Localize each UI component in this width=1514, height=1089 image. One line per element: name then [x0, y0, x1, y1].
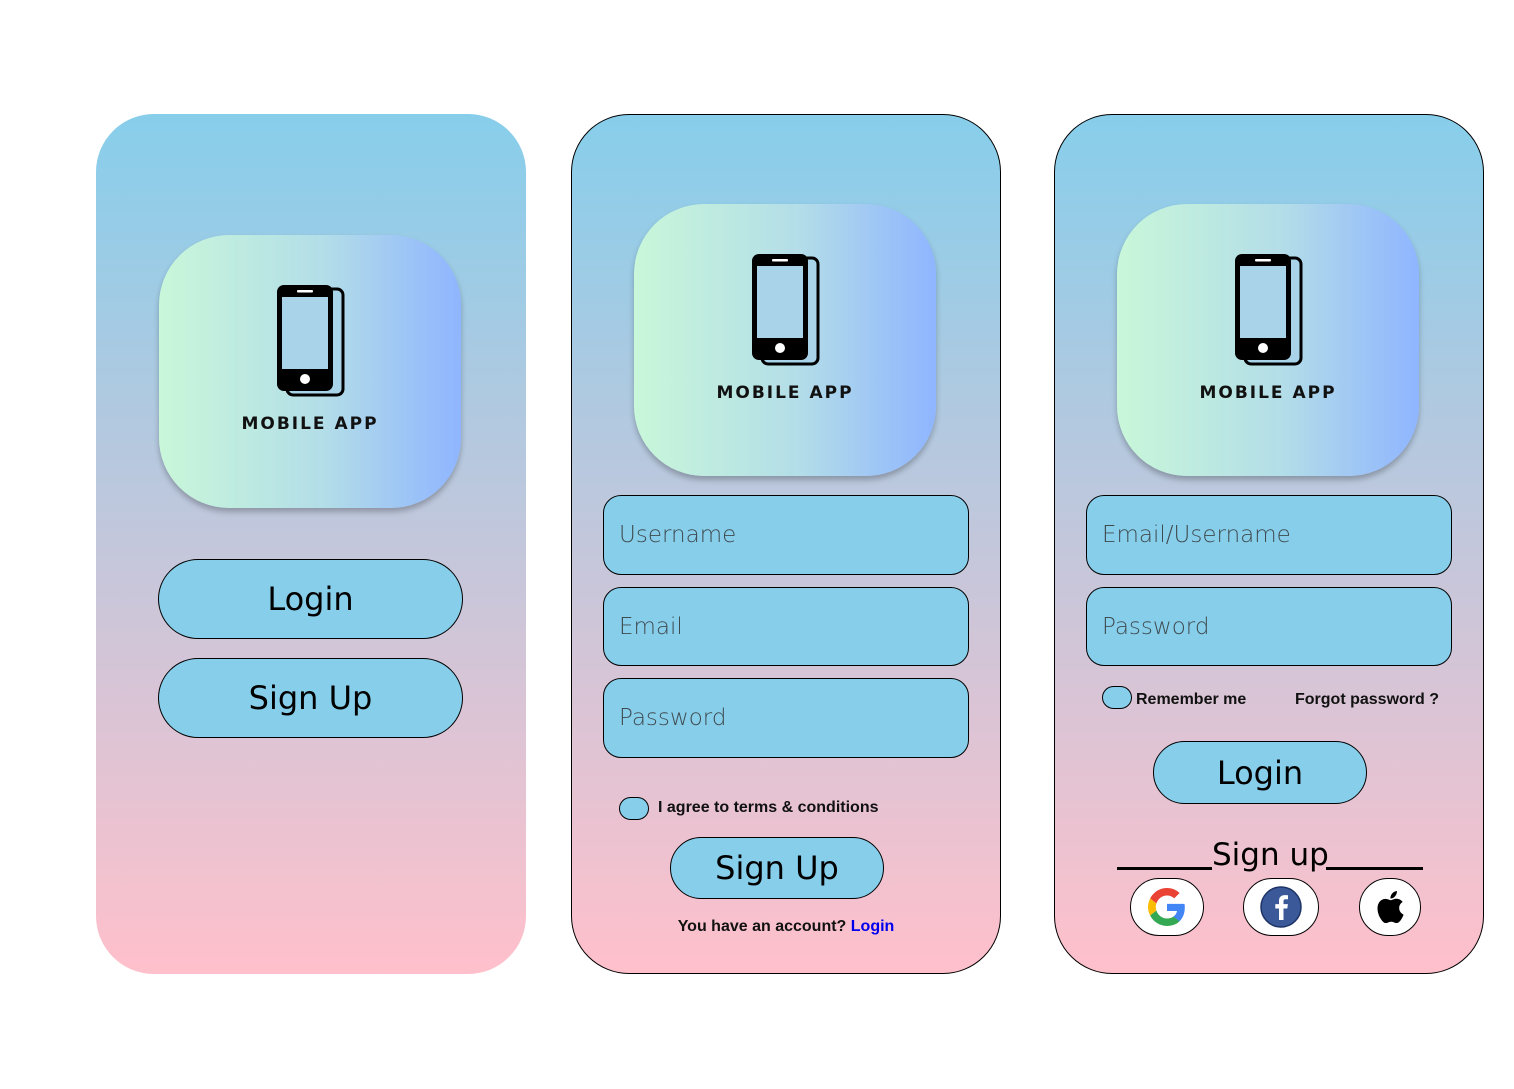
- apple-icon: [1377, 891, 1404, 924]
- account-prompt-text: You have an account?: [677, 918, 847, 935]
- divider-line-left: [1117, 867, 1212, 870]
- password-field[interactable]: [603, 678, 969, 758]
- welcome-screen: MOBILE APP Login Sign Up: [96, 114, 526, 974]
- logo-text: MOBILE APP: [1199, 383, 1337, 403]
- signup-submit-button[interactable]: Sign Up: [670, 837, 884, 899]
- smartphone-icon: [1233, 252, 1303, 366]
- signup-divider-label: Sign up: [1212, 837, 1329, 873]
- apple-login-button[interactable]: [1359, 878, 1421, 936]
- password-field[interactable]: [1086, 587, 1452, 666]
- terms-checkbox[interactable]: [619, 797, 649, 820]
- app-logo: MOBILE APP: [634, 204, 936, 476]
- signup-screen: MOBILE APP I agree to terms & conditions…: [571, 114, 1001, 974]
- login-link[interactable]: Login: [851, 918, 895, 935]
- remember-label: Remember me: [1136, 691, 1247, 708]
- remember-checkbox[interactable]: [1102, 686, 1132, 709]
- app-logo: MOBILE APP: [159, 235, 461, 508]
- signup-button[interactable]: Sign Up: [158, 658, 463, 738]
- login-screen: MOBILE APP Remember me Forgot password ?…: [1054, 114, 1484, 974]
- smartphone-icon: [275, 283, 345, 397]
- logo-text: MOBILE APP: [716, 383, 854, 403]
- login-submit-button[interactable]: Login: [1153, 741, 1367, 804]
- email-username-field[interactable]: [1086, 495, 1452, 575]
- terms-label: I agree to terms & conditions: [658, 799, 879, 816]
- forgot-password-link[interactable]: Forgot password ?: [1295, 691, 1439, 709]
- username-field[interactable]: [603, 495, 969, 575]
- facebook-login-button[interactable]: [1243, 878, 1319, 936]
- smartphone-icon: [750, 252, 820, 366]
- google-icon: [1148, 888, 1185, 926]
- email-field[interactable]: [603, 587, 969, 666]
- app-logo: MOBILE APP: [1117, 204, 1419, 476]
- facebook-icon: [1260, 886, 1302, 928]
- login-button[interactable]: Login: [158, 559, 463, 639]
- google-login-button[interactable]: [1130, 878, 1204, 936]
- account-prompt: You have an account? Login: [572, 918, 1000, 936]
- logo-text: MOBILE APP: [241, 414, 379, 434]
- divider-line-right: [1326, 867, 1423, 870]
